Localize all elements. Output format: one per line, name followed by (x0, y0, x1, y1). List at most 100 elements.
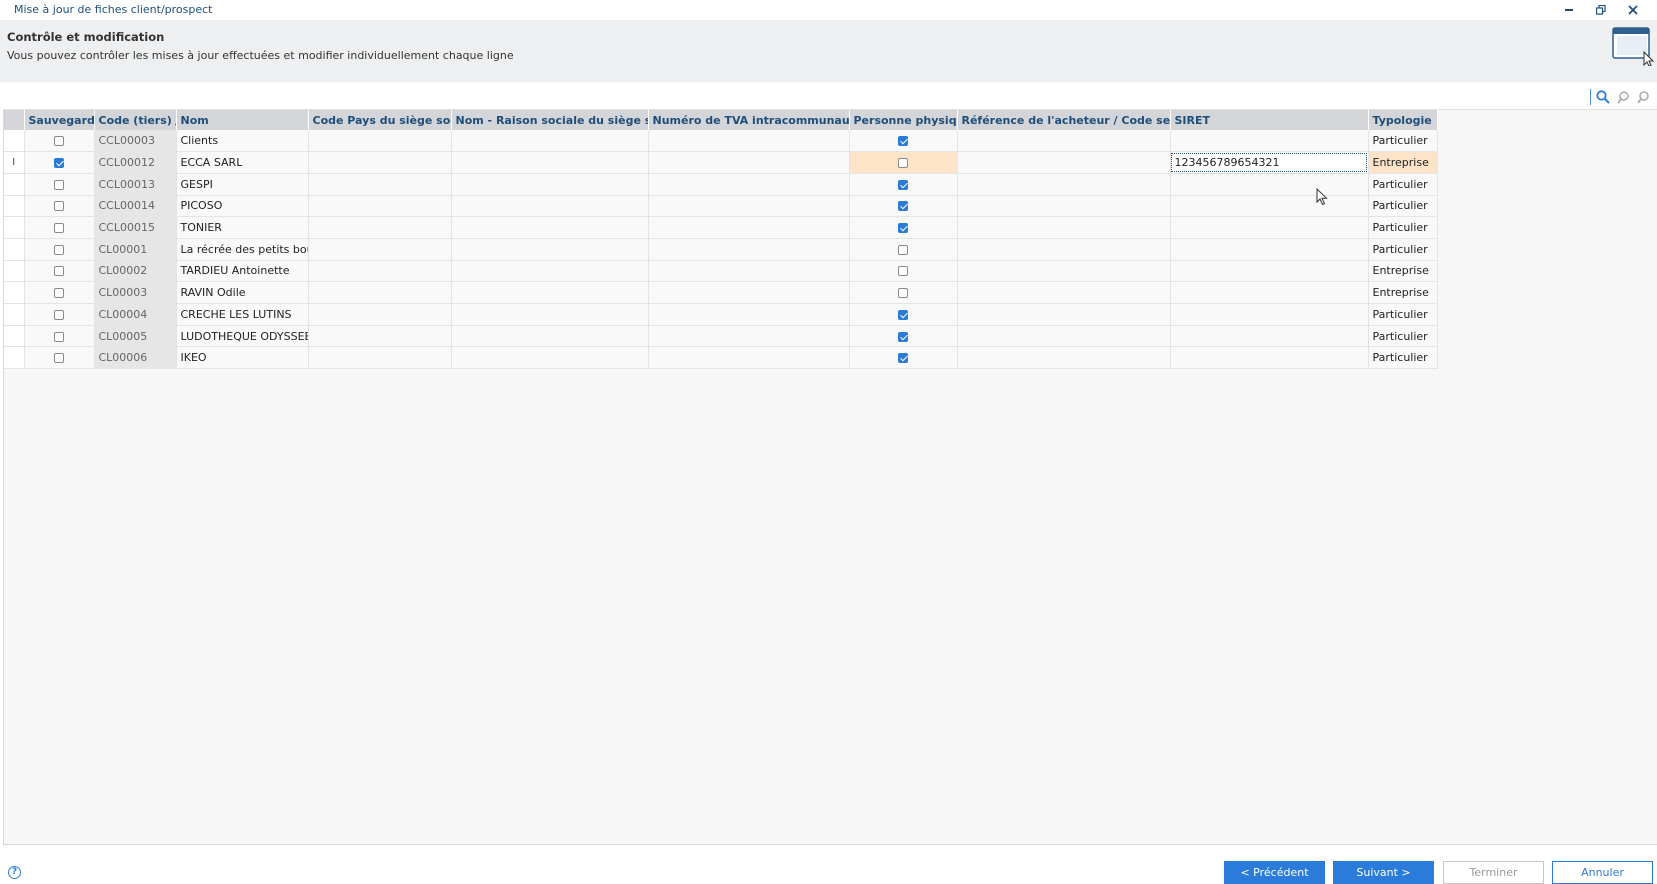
search-previous-button[interactable] (1615, 88, 1633, 106)
reference-acheteur-cell[interactable] (957, 260, 1171, 283)
save-cell[interactable] (24, 216, 95, 239)
raison-sociale-cell[interactable] (451, 281, 649, 304)
code-pays-cell[interactable] (308, 238, 452, 261)
reference-acheteur-cell[interactable] (957, 346, 1171, 370)
personne-physique-cell[interactable] (849, 260, 958, 283)
row-indicator[interactable] (4, 238, 25, 261)
typologie-cell[interactable]: Particulier (1368, 346, 1438, 370)
siret-cell[interactable] (1170, 173, 1369, 196)
typologie-cell[interactable]: Particulier (1368, 325, 1438, 348)
tva-cell[interactable] (648, 325, 850, 348)
siret-cell[interactable] (1170, 238, 1369, 261)
typologie-cell[interactable]: Particulier (1368, 195, 1438, 218)
close-button[interactable] (1622, 1, 1644, 19)
personne-physique-checkbox[interactable] (898, 266, 908, 277)
siret-cell[interactable] (1170, 260, 1369, 283)
save-checkbox[interactable] (54, 288, 64, 299)
personne-physique-checkbox[interactable] (898, 309, 908, 320)
nom-cell[interactable]: Clients (176, 130, 309, 153)
row-indicator[interactable] (4, 195, 25, 218)
code-pays-cell[interactable] (308, 195, 452, 218)
personne-physique-checkbox[interactable] (898, 331, 908, 342)
column-header-nom[interactable]: Nom (176, 110, 309, 130)
raison-sociale-cell[interactable] (451, 346, 649, 370)
tva-cell[interactable] (648, 281, 850, 304)
personne-physique-checkbox[interactable] (898, 223, 908, 234)
siret-cell[interactable] (1170, 325, 1369, 348)
column-header-sauvegarder[interactable]: Sauvegarder (24, 110, 95, 130)
code-pays-cell[interactable] (308, 325, 452, 348)
personne-physique-checkbox[interactable] (898, 244, 908, 255)
siret-cell[interactable] (1170, 195, 1369, 218)
typologie-cell[interactable]: Particulier (1368, 173, 1438, 196)
save-cell[interactable] (24, 195, 95, 218)
column-header-personne-physique[interactable]: Personne physique (849, 110, 958, 130)
reference-acheteur-cell[interactable] (957, 151, 1171, 174)
code-cell[interactable]: CCL00012 (94, 151, 177, 174)
save-checkbox[interactable] (54, 331, 64, 342)
column-header-reference-acheteur[interactable]: Référence de l'acheteur / Code service (957, 110, 1171, 130)
finish-button[interactable]: Terminer (1443, 861, 1544, 884)
nom-cell[interactable]: TONIER (176, 216, 309, 239)
table-row[interactable]: CL00003 RAVIN Odile Entreprise (4, 281, 1438, 304)
raison-sociale-cell[interactable] (451, 325, 649, 348)
table-row[interactable]: CL00001La récrée des petits bouts Particu… (4, 238, 1438, 261)
code-pays-cell[interactable] (308, 260, 452, 283)
save-checkbox[interactable] (54, 158, 64, 169)
cancel-button[interactable]: Annuler (1552, 861, 1653, 884)
save-cell[interactable] (24, 346, 95, 370)
typologie-cell[interactable]: Particulier (1368, 130, 1438, 153)
column-header-code[interactable]: Code (tiers)▲ (94, 110, 177, 130)
personne-physique-cell[interactable] (849, 325, 958, 348)
row-indicator[interactable] (4, 130, 25, 153)
row-indicator[interactable] (4, 281, 25, 304)
nom-cell[interactable]: TARDIEU Antoinette (176, 260, 309, 283)
reference-acheteur-cell[interactable] (957, 216, 1171, 239)
code-pays-cell[interactable] (308, 173, 452, 196)
row-indicator[interactable] (4, 346, 25, 370)
save-checkbox[interactable] (54, 353, 64, 364)
row-indicator[interactable] (4, 260, 25, 283)
siret-cell[interactable] (1170, 303, 1369, 326)
column-header-tva[interactable]: Numéro de TVA intracommunautaire (648, 110, 850, 130)
help-button[interactable]: ? (8, 866, 21, 879)
table-row[interactable]: CL00004 CRECHE LES LUTINS Particulier (4, 303, 1438, 326)
tva-cell[interactable] (648, 173, 850, 196)
save-cell[interactable] (24, 151, 95, 174)
nom-cell[interactable]: LUDOTHEQUE ODYSSEE (176, 325, 309, 348)
nom-cell[interactable]: GESPI (176, 173, 309, 196)
tva-cell[interactable] (648, 130, 850, 153)
personne-physique-checkbox[interactable] (898, 353, 908, 364)
code-pays-cell[interactable] (308, 130, 452, 153)
code-cell[interactable]: CCL00013 (94, 173, 177, 196)
siret-cell[interactable] (1170, 346, 1369, 370)
column-header-code-pays[interactable]: Code Pays du siège social (308, 110, 452, 130)
search-next-button[interactable] (1635, 88, 1653, 106)
save-checkbox[interactable] (54, 244, 64, 255)
table-row[interactable]: CCL00014 PICOSO Particulier (4, 195, 1438, 218)
raison-sociale-cell[interactable] (451, 260, 649, 283)
code-cell[interactable]: CL00004 (94, 303, 177, 326)
row-indicator[interactable]: I (4, 151, 25, 174)
typologie-cell[interactable]: Particulier (1368, 238, 1438, 261)
reference-acheteur-cell[interactable] (957, 173, 1171, 196)
minimize-button[interactable] (1558, 1, 1580, 19)
personne-physique-checkbox[interactable] (898, 136, 908, 147)
raison-sociale-cell[interactable] (451, 303, 649, 326)
personne-physique-cell[interactable] (849, 281, 958, 304)
personne-physique-checkbox[interactable] (898, 158, 908, 169)
table-row[interactable]: CL00006 IKEO Particulier (4, 346, 1438, 370)
search-button[interactable] (1594, 88, 1612, 106)
tva-cell[interactable] (648, 216, 850, 239)
code-cell[interactable]: CCL00003 (94, 130, 177, 153)
tva-cell[interactable] (648, 303, 850, 326)
save-cell[interactable] (24, 281, 95, 304)
personne-physique-cell[interactable] (849, 346, 958, 370)
code-cell[interactable]: CL00005 (94, 325, 177, 348)
row-indicator[interactable] (4, 325, 25, 348)
siret-cell[interactable] (1170, 216, 1369, 239)
code-pays-cell[interactable] (308, 151, 452, 174)
tva-cell[interactable] (648, 195, 850, 218)
save-checkbox[interactable] (54, 136, 64, 147)
personne-physique-cell[interactable] (849, 195, 958, 218)
